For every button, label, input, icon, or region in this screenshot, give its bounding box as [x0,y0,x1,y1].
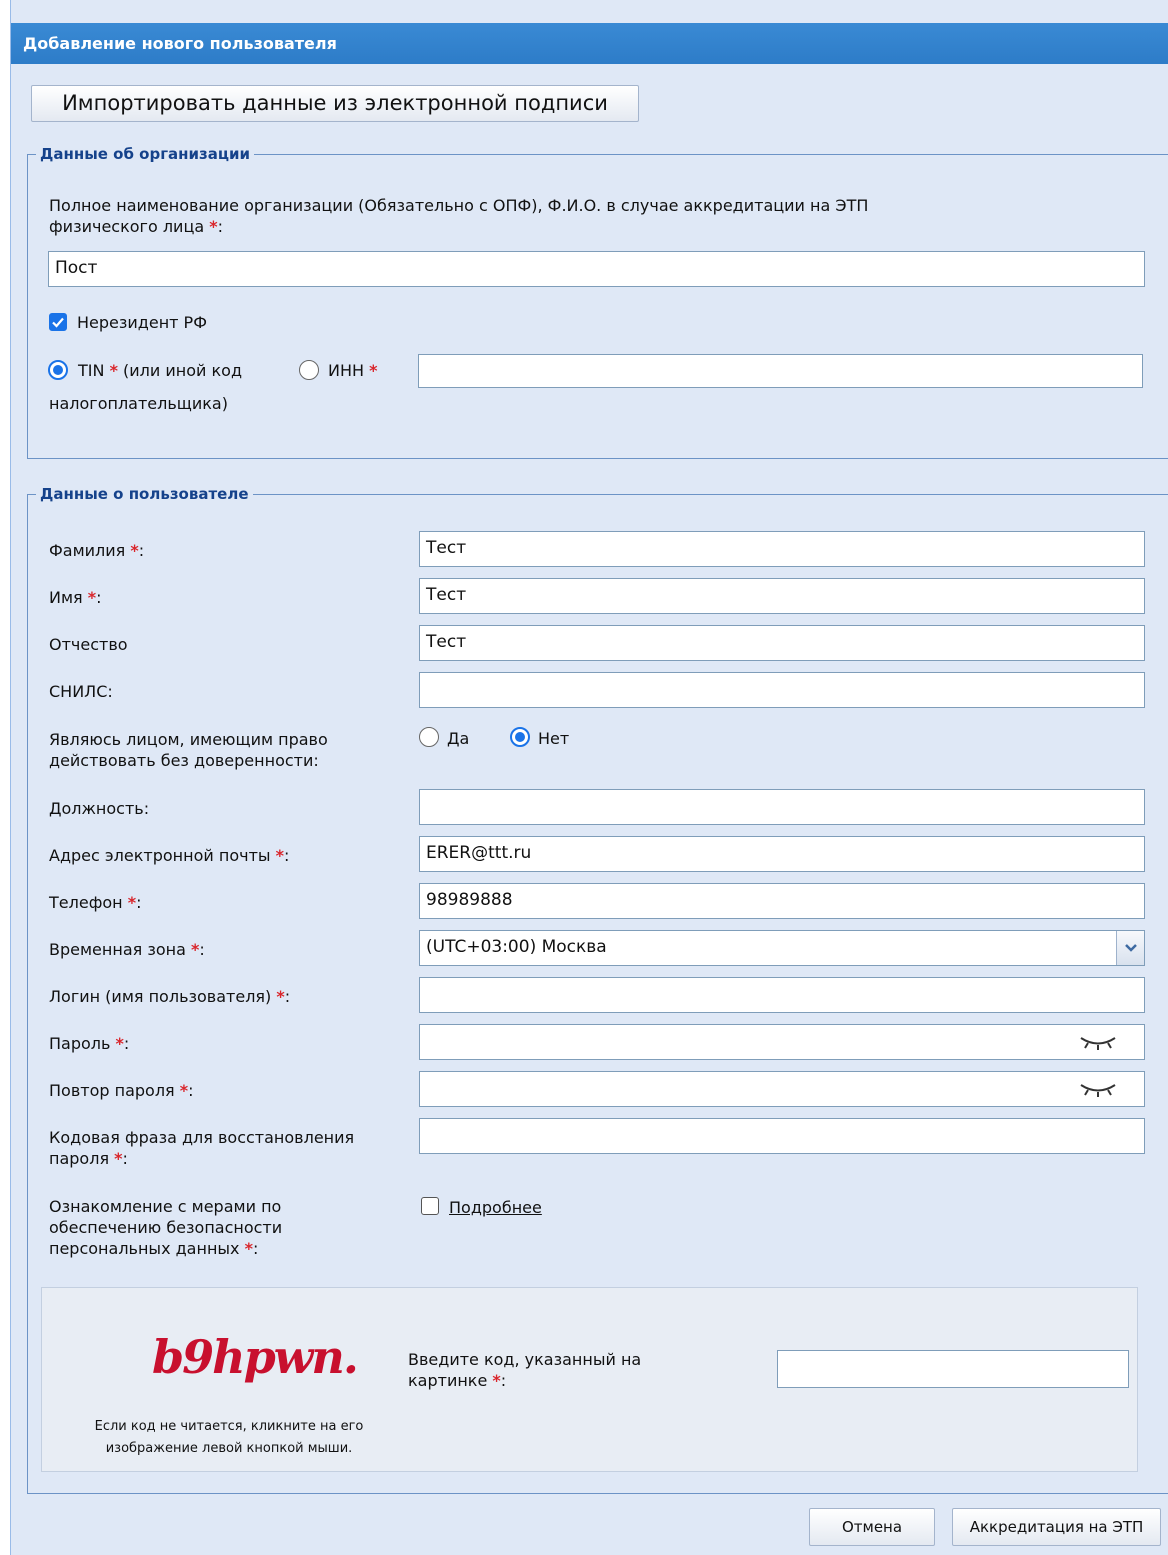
eye-closed-icon[interactable] [1078,1035,1118,1051]
authority-yes-label: Да [447,729,470,748]
timezone-label: Временная зона *: [49,940,205,959]
snils-input[interactable] [419,672,1145,708]
password-repeat-input[interactable] [419,1071,1145,1107]
chevron-down-icon [1125,944,1137,952]
privacy-checkbox[interactable] [421,1197,439,1215]
tax-code-input[interactable] [418,354,1143,388]
snils-label: СНИЛС: [49,682,113,701]
timezone-value: (UTC+03:00) Москва [426,937,607,957]
nonresident-label: Нерезидент РФ [77,313,207,332]
accredit-button[interactable]: Аккредитация на ЭТП [952,1508,1161,1546]
nonresident-checkbox[interactable] [49,313,67,331]
privacy-details-link[interactable]: Подробнее [449,1197,542,1218]
inn-label: ИНН * [328,361,378,380]
privacy-label: Ознакомление с мерами по обеспечению без… [49,1197,283,1258]
window-title: Добавление нового пользователя [11,23,1168,64]
cancel-button[interactable]: Отмена [809,1508,935,1546]
first-name-label: Имя *: [49,588,102,607]
authority-yes-radio[interactable] [419,727,439,747]
org-name-input[interactable]: Пост [48,251,1145,287]
password-label: Пароль *: [49,1034,130,1053]
email-label: Адрес электронной почты *: [49,846,290,865]
phone-label: Телефон *: [49,893,142,912]
organization-legend: Данные об организации [36,144,255,164]
captcha-input[interactable] [777,1350,1129,1388]
captcha-prompt-label: Введите код, указанный на картинке *: [408,1350,642,1390]
code-phrase-input[interactable] [419,1118,1145,1154]
first-name-input[interactable]: Тест [419,578,1145,614]
tin-hint-label: налогоплательщика) [49,394,228,413]
login-label: Логин (имя пользователя) *: [49,987,291,1006]
add-user-window: Добавление нового пользователя Импортиро… [10,0,1168,1555]
email-input[interactable]: ERER@ttt.ru [419,836,1145,872]
password-repeat-label: Повтор пароля *: [49,1081,194,1100]
authority-no-label: Нет [538,729,570,748]
timezone-dropdown-button[interactable] [1116,931,1144,965]
tin-radio[interactable] [48,360,68,380]
authority-no-radio[interactable] [510,727,530,747]
captcha-panel: b9hpwn. Если код не читается, кликните н… [41,1287,1138,1472]
captcha-image[interactable]: b9hpwn. [152,1330,359,1384]
code-phrase-label: Кодовая фраза для восстановления пароля … [49,1128,355,1168]
tin-label: TIN * (или иной код [78,361,243,380]
authority-label: Являюсь лицом, имеющим право действовать… [49,730,328,770]
captcha-note: Если код не читается, кликните на его из… [94,1419,364,1456]
org-name-label: Полное наименование организации (Обязате… [49,196,869,236]
inn-radio[interactable] [299,360,319,380]
patronymic-input[interactable]: Тест [419,625,1145,661]
patronymic-label: Отчество [49,635,128,654]
timezone-select[interactable]: (UTC+03:00) Москва [419,930,1145,966]
phone-input[interactable]: 98989888 [419,883,1145,919]
login-input[interactable] [419,977,1145,1013]
position-label: Должность: [49,799,150,818]
position-input[interactable] [419,789,1145,825]
check-icon [52,317,64,328]
organization-fieldset: Данные об организации Полное наименовани… [27,144,1168,459]
password-input[interactable] [419,1024,1145,1060]
user-legend: Данные о пользователе [36,484,253,504]
last-name-label: Фамилия *: [49,541,145,560]
eye-closed-icon[interactable] [1078,1082,1118,1098]
last-name-input[interactable]: Тест [419,531,1145,567]
import-signature-button[interactable]: Импортировать данные из электронной подп… [31,85,639,122]
